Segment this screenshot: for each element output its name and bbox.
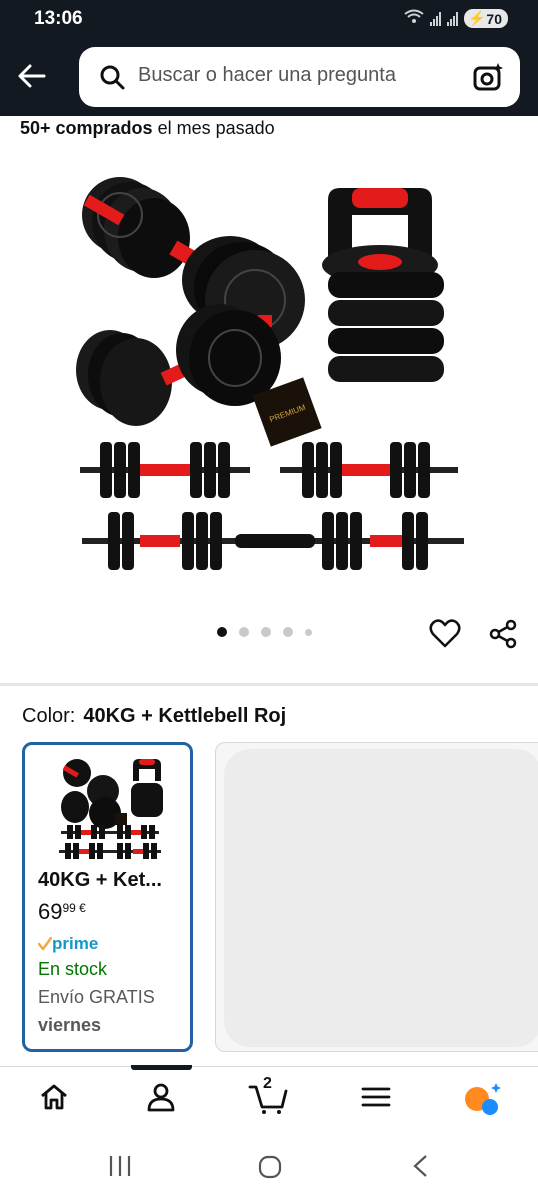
battery-level: 70 [486, 10, 502, 27]
carousel-dots[interactable] [217, 627, 312, 637]
swatch-title: 40KG + Ket... [38, 869, 162, 891]
section-divider [0, 683, 538, 686]
bolt-icon: ⚡ [467, 10, 486, 26]
home-system-button[interactable] [257, 1154, 283, 1185]
color-option-redacted[interactable] [215, 742, 538, 1052]
color-label: Color: [22, 705, 76, 727]
purchase-count: 50+ comprados el mes pasado [20, 118, 275, 139]
carousel-dot[interactable] [261, 627, 271, 637]
carousel-dot[interactable] [305, 628, 312, 636]
status-time: 13:06 [34, 8, 83, 29]
chevron-left-icon [413, 1155, 427, 1177]
active-tab-indicator [131, 1065, 192, 1070]
stock-status: En stock [38, 959, 108, 979]
home-icon [41, 1084, 67, 1110]
barbell-image [82, 512, 464, 570]
product-image[interactable]: PREMIUM [70, 160, 470, 600]
carousel-dot[interactable] [239, 627, 249, 637]
nav-menu[interactable] [361, 1081, 391, 1118]
search-input[interactable]: Buscar o hacer una pregunta [79, 47, 520, 107]
back-button[interactable] [14, 58, 50, 94]
price-whole: 69 [38, 899, 63, 924]
share-icon [489, 619, 517, 649]
redacted-area [224, 749, 538, 1047]
user-icon [147, 1083, 175, 1112]
bottom-nav: 2 [0, 1065, 538, 1133]
search-header: Buscar o hacer una pregunta [0, 38, 538, 116]
shipping-info: Envío GRATIS [38, 987, 155, 1007]
price-fraction: 99 € [62, 901, 86, 915]
kettlebell-image [322, 188, 444, 382]
swatch-price: 6999 € [38, 899, 86, 925]
wishlist-button[interactable] [429, 618, 461, 655]
swatch-thumbnail [59, 759, 163, 859]
back-arrow-icon [18, 64, 46, 88]
color-option-selected[interactable]: 40KG + Ket... 6999 € prime En stock Enví… [22, 742, 193, 1052]
status-icons: ⚡ 70 [404, 9, 508, 28]
nav-cart[interactable]: 2 [248, 1075, 288, 1120]
recent-apps-button[interactable] [108, 1154, 132, 1183]
purchase-count-bold: 50+ comprados [20, 118, 153, 138]
carousel-dot[interactable] [217, 627, 227, 637]
nav-account[interactable] [145, 1081, 177, 1118]
recent-apps-icon [109, 1156, 131, 1176]
share-button[interactable] [487, 618, 519, 655]
prime-badge: prime [38, 934, 98, 954]
home-circle-icon [258, 1155, 282, 1179]
carousel-dot[interactable] [283, 627, 293, 637]
signal-icon-2 [446, 11, 458, 26]
system-nav [0, 1132, 538, 1200]
prime-check-icon [38, 937, 52, 951]
color-selector: Color: 40KG + Kettlebell Roj [22, 705, 286, 728]
delivery-day: viernes [38, 1015, 102, 1035]
camera-search-icon[interactable] [472, 61, 504, 98]
assistant-icon [465, 1083, 501, 1115]
purchase-count-rest: el mes pasado [152, 118, 275, 138]
dumbbell-image-2 [76, 304, 281, 426]
heart-icon [429, 619, 461, 648]
signal-icon [429, 11, 441, 26]
back-system-button[interactable] [409, 1154, 433, 1183]
search-icon [99, 64, 125, 95]
nav-home[interactable] [38, 1081, 70, 1118]
menu-icon [361, 1087, 391, 1107]
search-placeholder: Buscar o hacer una pregunta [138, 64, 396, 86]
dumbbell-bar-image [80, 442, 458, 498]
cart-count: 2 [263, 1075, 272, 1092]
battery-indicator: ⚡ 70 [463, 9, 508, 28]
color-value: 40KG + Kettlebell Roj [83, 705, 287, 727]
prime-label: prime [52, 934, 99, 953]
nav-rufus[interactable] [463, 1081, 503, 1122]
status-bar: 13:06 ⚡ 70 [0, 0, 538, 38]
wifi-icon [404, 9, 424, 28]
